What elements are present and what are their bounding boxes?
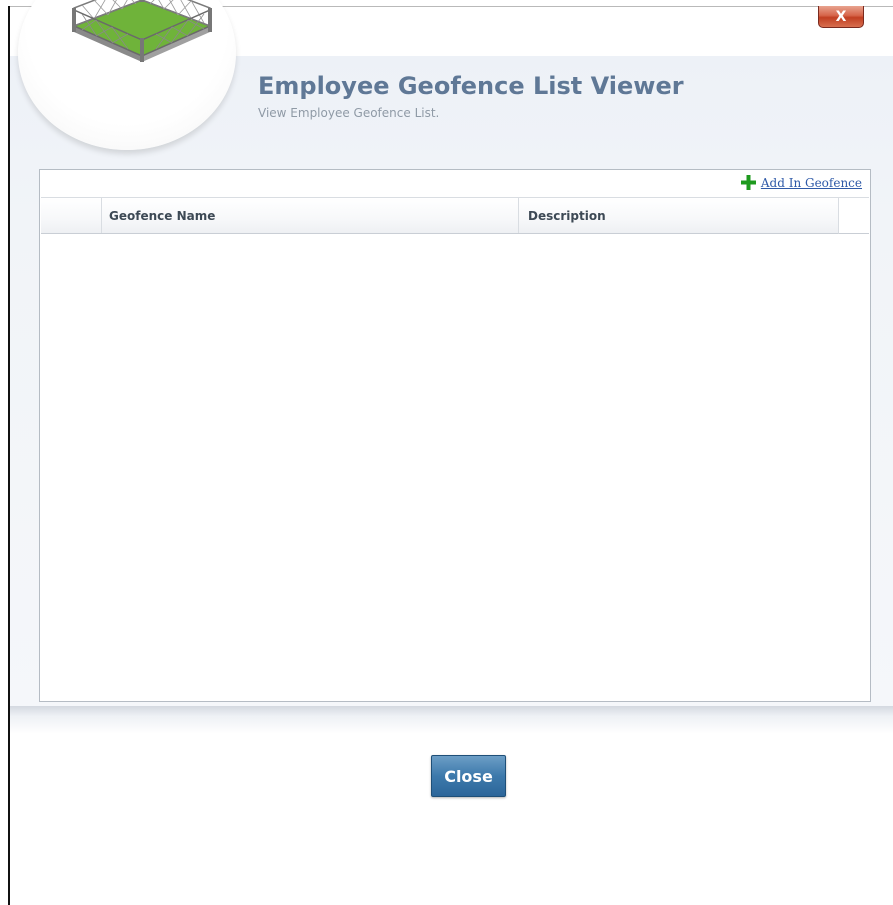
geofence-fence-icon (72, 0, 212, 62)
page-subtitle: View Employee Geofence List. (258, 106, 440, 120)
window-close-button[interactable]: X (818, 6, 864, 28)
plus-icon (740, 175, 756, 190)
add-in-geofence-label[interactable]: Add In Geofence (761, 176, 862, 190)
close-button[interactable]: Close (431, 755, 506, 797)
column-header-select (41, 198, 102, 233)
grid-header: Geofence Name Description (41, 197, 838, 234)
column-header-description[interactable]: Description (519, 198, 838, 233)
page-title: Employee Geofence List Viewer (258, 72, 684, 100)
column-header-geofence-name[interactable]: Geofence Name (102, 198, 519, 233)
grid-header-scroll-spacer (838, 197, 869, 234)
close-icon: X (835, 8, 847, 25)
geofence-list-panel: Add In Geofence Geofence Name Descriptio… (39, 169, 871, 702)
footer-shadow (10, 706, 893, 734)
grid-body (41, 234, 869, 700)
add-in-geofence-link[interactable]: Add In Geofence (740, 175, 862, 190)
dialog-window: X Employee Geofence List Viewer View Emp… (0, 0, 893, 905)
